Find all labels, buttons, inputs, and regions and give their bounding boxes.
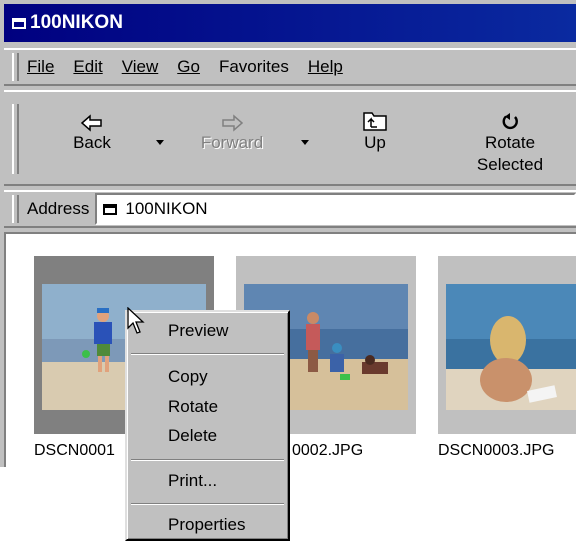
menu-edit[interactable]: Edit	[73, 57, 102, 77]
folder-icon	[12, 17, 26, 29]
up-label: Up	[364, 133, 386, 152]
menu-separator	[131, 503, 284, 505]
menu-separator	[131, 459, 284, 461]
address-value: 100NIKON	[125, 199, 208, 218]
title-bar[interactable]: 100NIKON	[4, 4, 576, 42]
toolbar-grip[interactable]	[12, 104, 19, 174]
mouse-pointer-icon	[127, 307, 145, 334]
forward-label: Forward	[200, 133, 264, 152]
menu-item-properties[interactable]: Properties	[168, 515, 245, 535]
menu-help[interactable]: Help	[308, 57, 343, 77]
address-bar: Address 100NIKON	[4, 190, 576, 228]
file-name-2: 0002.JPG	[292, 442, 364, 459]
menu-item-rotate[interactable]: Rotate	[168, 397, 218, 417]
back-dropdown-icon[interactable]	[156, 140, 164, 145]
back-label: Back	[73, 133, 111, 152]
folder-icon	[103, 203, 118, 215]
rotate-label-2: Selected	[476, 155, 544, 174]
menu-file[interactable]: File	[27, 57, 54, 77]
rotate-label-1: Rotate	[484, 133, 536, 152]
photo-woman-reading	[446, 284, 576, 410]
file-name-3: DSCN0003.JPG	[438, 442, 555, 459]
menu-favorites[interactable]: Favorites	[219, 57, 289, 77]
address-grip[interactable]	[12, 195, 19, 223]
address-label: Address	[27, 199, 90, 218]
menu-separator	[131, 353, 284, 355]
menu-view[interactable]: View	[122, 57, 159, 77]
up-button[interactable]: Up	[352, 98, 398, 154]
menu-item-preview[interactable]: Preview	[168, 321, 228, 341]
file-name-1: DSCN0001	[34, 442, 115, 459]
file-view[interactable]: DSCN0001 0002.JPG DSCN0003.JPG	[4, 232, 576, 467]
rotate-selected-button[interactable]: Rotate Selected	[474, 98, 546, 176]
forward-arrow-icon	[192, 98, 272, 132]
menu-item-copy[interactable]: Copy	[168, 367, 208, 387]
forward-dropdown-icon[interactable]	[301, 140, 309, 145]
window-title: 100NIKON	[30, 12, 123, 33]
menu-bar: File Edit View Go Favorites Help	[4, 48, 576, 86]
menu-item-delete[interactable]: Delete	[168, 426, 217, 446]
rotate-icon	[474, 98, 546, 132]
thumbnail-3[interactable]	[438, 256, 576, 434]
menubar-grip[interactable]	[12, 53, 19, 81]
menu-go[interactable]: Go	[177, 57, 200, 77]
back-button[interactable]: Back	[62, 98, 122, 154]
back-arrow-icon	[62, 98, 122, 132]
up-folder-icon	[352, 98, 398, 132]
forward-button[interactable]: Forward	[192, 98, 272, 154]
address-field[interactable]: 100NIKON	[95, 193, 576, 225]
menu-item-print[interactable]: Print...	[168, 471, 217, 491]
context-menu: Preview Copy Rotate Delete Print... Prop…	[125, 310, 290, 541]
toolbar: Back Forward Up Rotate Selected	[4, 90, 576, 186]
